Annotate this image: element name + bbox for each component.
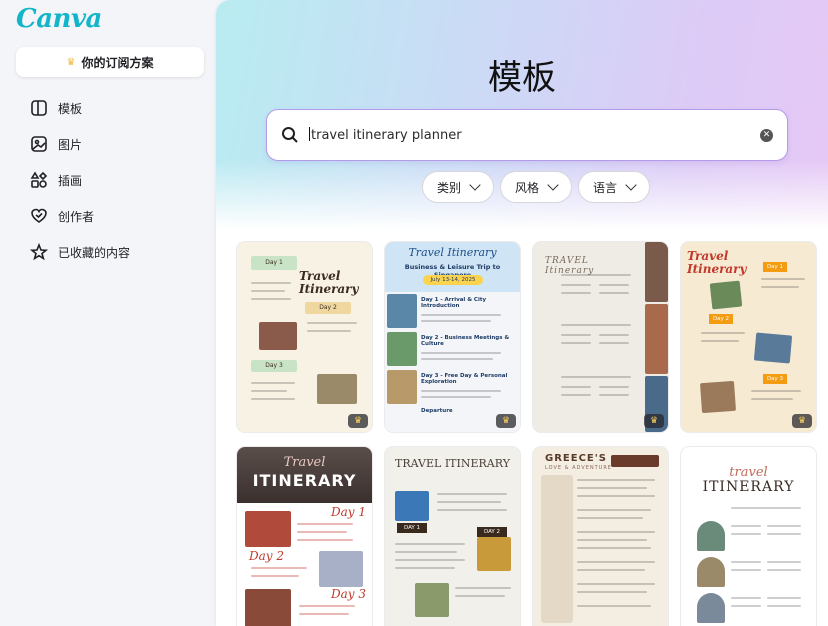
sidebar-item-label: 图片 bbox=[58, 137, 83, 152]
sidebar: Canva ♛ 你的订阅方案 模板 图片 插画 创作者 已收藏的内容 bbox=[0, 0, 216, 626]
filter-label: 类别 bbox=[437, 180, 462, 195]
template-subtitle: LOVE & ADVENTURE bbox=[545, 465, 612, 471]
canva-logo[interactable]: Canva bbox=[16, 4, 102, 34]
premium-crown-icon: ♛ bbox=[348, 414, 368, 428]
filter-bar: 类别 风格 语言 bbox=[422, 171, 651, 203]
template-title: ITINERARY bbox=[252, 471, 357, 490]
template-card[interactable]: TRAVEL ITINERARY DAY 1 DAY 2 bbox=[385, 447, 520, 626]
crown-icon: ♛ bbox=[66, 56, 76, 68]
sidebar-item-creators[interactable]: 创作者 bbox=[30, 198, 210, 234]
day-label: Day 3 bbox=[251, 360, 297, 372]
chevron-down-icon bbox=[625, 179, 637, 191]
chevron-down-icon bbox=[469, 179, 481, 191]
filter-language-dropdown[interactable]: 语言 bbox=[578, 171, 651, 203]
sidebar-item-illustrations[interactable]: 插画 bbox=[30, 162, 210, 198]
template-card[interactable]: GREECE'S LOVE & ADVENTURE bbox=[533, 447, 668, 626]
template-title: TRAVEL Itinerary bbox=[545, 256, 595, 276]
template-card[interactable]: travel ITINERARY bbox=[681, 447, 816, 626]
day-label: Day 3 bbox=[763, 374, 787, 384]
star-icon bbox=[30, 243, 48, 261]
search-input[interactable]: travel itinerary planner bbox=[309, 127, 760, 143]
day-label: Day 2 bbox=[249, 549, 285, 563]
day-label: Day 1 bbox=[251, 256, 297, 270]
template-title: Travel Itinerary bbox=[687, 249, 747, 276]
search-icon bbox=[282, 127, 298, 143]
template-photo bbox=[317, 374, 357, 404]
template-card[interactable]: Travel Itinerary Day 1 Day 2 Day 3 ♛ bbox=[237, 242, 372, 432]
subscription-plan-label: 你的订阅方案 bbox=[81, 55, 154, 70]
search-bar[interactable]: travel itinerary planner ✕ bbox=[266, 109, 788, 161]
main-content: 模板 travel itinerary planner ✕ 类别 风格 语言 T… bbox=[216, 0, 828, 626]
creator-heart-icon bbox=[31, 208, 47, 223]
filter-category-dropdown[interactable]: 类别 bbox=[422, 171, 495, 203]
template-card[interactable]: Travel Itinerary Business & Leisure Trip… bbox=[385, 242, 520, 432]
sidebar-item-label: 创作者 bbox=[58, 209, 95, 224]
premium-crown-icon: ♛ bbox=[792, 414, 812, 428]
premium-crown-icon: ♛ bbox=[644, 414, 664, 428]
template-icon bbox=[31, 100, 47, 116]
template-photo bbox=[259, 322, 297, 350]
day-label: Day 1 bbox=[763, 262, 787, 272]
day-label: DAY 1 bbox=[397, 523, 427, 533]
template-title: Travel Itinerary bbox=[408, 246, 497, 259]
subscription-plan-button[interactable]: ♛ 你的订阅方案 bbox=[16, 47, 204, 77]
itinerary-section: Day 1 - Arrival & City Introduction bbox=[421, 297, 487, 309]
day-label: DAY 2 bbox=[477, 527, 507, 537]
template-card[interactable]: TRAVEL Itinerary ♛ bbox=[533, 242, 668, 432]
template-title-script: travel bbox=[729, 465, 768, 480]
template-title-script: Travel bbox=[283, 455, 326, 470]
illustration-icon bbox=[30, 171, 48, 188]
chevron-down-icon bbox=[547, 179, 559, 191]
template-date: July 13-14, 2025 bbox=[423, 275, 483, 285]
template-card[interactable]: Travel ITINERARY Day 1 Day 2 Day 3 bbox=[237, 447, 372, 626]
sidebar-nav: 模板 图片 插画 创作者 已收藏的内容 bbox=[30, 90, 210, 270]
sidebar-item-templates[interactable]: 模板 bbox=[30, 90, 210, 126]
template-title: GREECE'S bbox=[545, 453, 608, 464]
premium-crown-icon: ♛ bbox=[496, 414, 516, 428]
day-label: Day 2 bbox=[709, 314, 733, 324]
itinerary-section: Day 2 - Business Meetings & Culture bbox=[421, 335, 510, 347]
day-label: Day 2 bbox=[305, 302, 351, 314]
clear-search-icon[interactable]: ✕ bbox=[760, 128, 773, 142]
sidebar-item-favorites[interactable]: 已收藏的内容 bbox=[30, 234, 210, 270]
page-title: 模板 bbox=[488, 58, 556, 98]
image-icon bbox=[31, 136, 47, 152]
day-label: Day 1 bbox=[331, 505, 367, 519]
filter-label: 风格 bbox=[515, 180, 540, 195]
template-card[interactable]: Travel Itinerary Day 1 Day 2 Day 3 ♛ bbox=[681, 242, 816, 432]
sidebar-item-label: 已收藏的内容 bbox=[58, 245, 131, 260]
template-title: ITINERARY bbox=[702, 479, 795, 495]
sidebar-item-label: 模板 bbox=[58, 101, 83, 116]
template-title: Travel Itinerary bbox=[299, 269, 359, 296]
itinerary-section: Day 3 - Free Day & Personal Exploration bbox=[421, 373, 508, 385]
filter-style-dropdown[interactable]: 风格 bbox=[500, 171, 573, 203]
sidebar-item-label: 插画 bbox=[58, 173, 83, 188]
sidebar-item-images[interactable]: 图片 bbox=[30, 126, 210, 162]
day-label: Day 3 bbox=[331, 587, 367, 601]
filter-label: 语言 bbox=[593, 180, 618, 195]
template-title: TRAVEL ITINERARY bbox=[395, 457, 510, 470]
